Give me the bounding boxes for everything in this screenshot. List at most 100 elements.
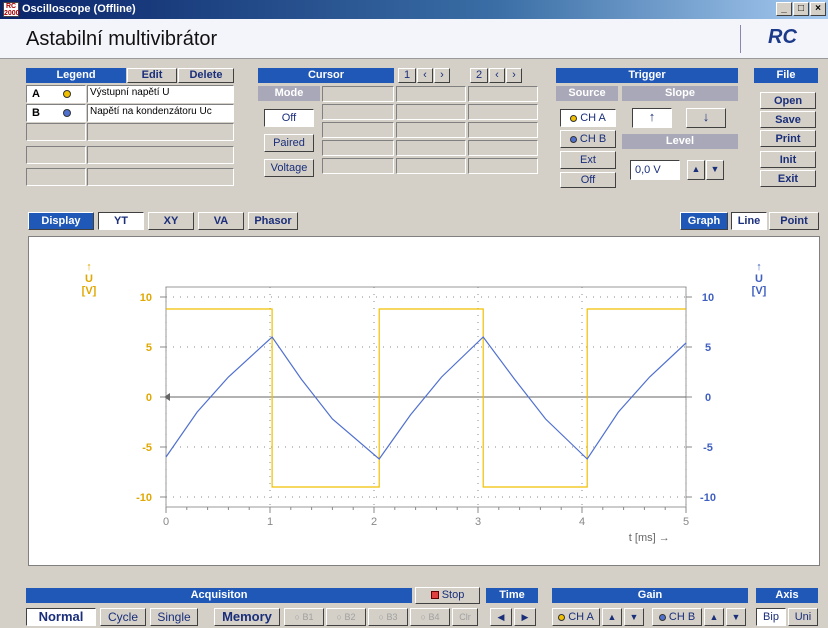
stop-button[interactable]: Stop xyxy=(415,587,480,604)
trigger-off-button[interactable]: Off xyxy=(560,172,616,188)
page-title: Astabilní multivibrátor xyxy=(26,28,218,50)
gain-a-up-icon[interactable]: ▲ xyxy=(602,608,622,626)
acq-normal-button[interactable]: Normal xyxy=(26,608,96,626)
cursor-1-right-icon[interactable]: › xyxy=(434,68,450,83)
y-axis-label-right: ↑ xyxy=(756,261,762,273)
tab-va[interactable]: VA xyxy=(198,212,244,230)
acq-cycle-button[interactable]: Cycle xyxy=(100,608,146,626)
legend-row-b-id: B xyxy=(32,107,40,119)
legend-row-b-label[interactable]: Napětí na kondenzátoru Uc xyxy=(87,104,234,122)
exit-button[interactable]: Exit xyxy=(760,170,816,187)
y-tick-label-left: 5 xyxy=(146,342,152,354)
y-tick-label-left: -5 xyxy=(142,442,152,454)
memory-b2-button[interactable]: ○ B2 xyxy=(326,608,366,626)
cursor-value-cell xyxy=(396,104,466,120)
legend-row-b-key[interactable]: B xyxy=(26,104,86,122)
acq-memory-button[interactable]: Memory xyxy=(214,608,280,626)
legend-delete-button[interactable]: Delete xyxy=(178,68,234,83)
legend-row-empty[interactable] xyxy=(87,123,234,141)
legend-row-a-label[interactable]: Výstupní napětí U xyxy=(87,85,234,103)
legend-row-a-key[interactable]: A xyxy=(26,85,86,103)
cursor-2-label: 2 xyxy=(470,68,488,83)
y-axis-label-left: [V] xyxy=(82,285,97,297)
acq-single-button[interactable]: Single xyxy=(150,608,198,626)
print-button[interactable]: Print xyxy=(760,130,816,147)
time-right-icon[interactable]: ▶ xyxy=(514,608,536,626)
legend-row-empty[interactable] xyxy=(87,168,234,186)
cursor-voltage-button[interactable]: Voltage xyxy=(264,159,314,177)
cursor-value-cell xyxy=(468,122,538,138)
cursor-2-left-icon[interactable]: ‹ xyxy=(489,68,505,83)
tab-point[interactable]: Point xyxy=(769,212,819,230)
legend-row-empty[interactable] xyxy=(26,146,86,164)
level-down-icon[interactable]: ▼ xyxy=(706,160,724,180)
gain-chb-button[interactable]: CH B xyxy=(652,608,702,626)
legend-row-empty[interactable] xyxy=(87,146,234,164)
channel-a-dot-icon xyxy=(63,90,71,98)
x-tick-label: 3 xyxy=(475,516,481,528)
trigger-ext-button[interactable]: Ext xyxy=(560,151,616,169)
tab-yt[interactable]: YT xyxy=(98,212,144,230)
cursor-off-button[interactable]: Off xyxy=(264,109,314,127)
cursor-2-right-icon[interactable]: › xyxy=(506,68,522,83)
time-left-icon[interactable]: ◀ xyxy=(490,608,512,626)
trigger-level-label: Level xyxy=(622,134,738,149)
x-axis-label: t [ms] → xyxy=(629,532,670,544)
level-up-icon[interactable]: ▲ xyxy=(687,160,705,180)
y-tick-label-right: 5 xyxy=(705,342,711,354)
save-button[interactable]: Save xyxy=(760,111,816,128)
gain-b-up-icon[interactable]: ▲ xyxy=(704,608,724,626)
open-button[interactable]: Open xyxy=(760,92,816,109)
cursor-value-cell xyxy=(396,158,466,174)
memory-b3-button[interactable]: ○ B3 xyxy=(368,608,408,626)
memory-b1-button[interactable]: ○ B1 xyxy=(284,608,324,626)
cursor-value-cell xyxy=(322,158,394,174)
graph-mode-label: Graph xyxy=(680,212,728,230)
cursor-panel: Cursor 1 ‹ › 2 ‹ › Mode Off Paired Volta… xyxy=(258,68,538,188)
cursor-mode-label: Mode xyxy=(258,86,320,101)
minimize-icon[interactable]: _ xyxy=(776,2,792,16)
gain-a-down-icon[interactable]: ▼ xyxy=(624,608,644,626)
window-title: Oscilloscope (Offline) xyxy=(22,3,136,15)
gain-heading: Gain xyxy=(552,588,748,603)
cursor-value-cell xyxy=(396,140,466,156)
y-tick-label-left: 10 xyxy=(140,292,152,304)
slope-falling-button[interactable]: ↓ xyxy=(686,108,726,128)
oscilloscope-plot[interactable]: 0 1 2 3 4 5-10 -10-5 -50 05 510 10↑U[V]↑U[V]t [ms]… xyxy=(29,237,819,565)
gain-b-down-icon[interactable]: ▼ xyxy=(726,608,746,626)
legend-row-empty[interactable] xyxy=(26,168,86,186)
init-button[interactable]: Init xyxy=(760,151,816,168)
cursor-1-left-icon[interactable]: ‹ xyxy=(417,68,433,83)
y-axis-label-left: U xyxy=(85,273,93,285)
acquisition-heading: Acquisiton xyxy=(26,588,412,603)
legend-edit-button[interactable]: Edit xyxy=(127,68,177,83)
file-heading: File xyxy=(754,68,818,83)
memory-b4-button[interactable]: ○ B4 xyxy=(410,608,450,626)
cursor-paired-button[interactable]: Paired xyxy=(264,134,314,152)
cursor-value-cell xyxy=(322,86,394,102)
tab-phasor[interactable]: Phasor xyxy=(248,212,298,230)
trigger-heading: Trigger xyxy=(556,68,738,83)
channel-b-dot-icon xyxy=(63,109,71,117)
axis-uni-button[interactable]: Uni xyxy=(788,608,818,626)
trigger-cha-button[interactable]: CH A xyxy=(560,109,616,127)
close-icon[interactable]: × xyxy=(810,2,826,16)
cursor-value-cell xyxy=(322,104,394,120)
y-axis-label-left: ↑ xyxy=(86,261,92,273)
channel-a-dot-icon xyxy=(570,114,578,122)
stop-indicator-icon xyxy=(430,591,439,600)
axis-bip-button[interactable]: Bip xyxy=(756,608,786,626)
maximize-icon[interactable]: □ xyxy=(793,2,809,16)
trigger-level-field[interactable]: 0,0 V xyxy=(630,160,680,180)
cursor-value-cell xyxy=(396,86,466,102)
tab-xy[interactable]: XY xyxy=(148,212,194,230)
slope-rising-button[interactable]: ↑ xyxy=(632,108,672,128)
memory-clear-button[interactable]: Clr xyxy=(452,608,478,626)
tab-line[interactable]: Line xyxy=(731,212,767,230)
y-axis-label-right: U xyxy=(755,273,763,285)
trigger-source-label: Source xyxy=(556,86,618,101)
graph-area[interactable]: 0 1 2 3 4 5 -10 -10 -5 -5 0 0 5 5 10 10 ↑ U [V] ↑ U [V] t [ms]… xyxy=(28,236,820,566)
legend-row-empty[interactable] xyxy=(26,123,86,141)
trigger-chb-button[interactable]: CH B xyxy=(560,130,616,148)
gain-cha-button[interactable]: CH A xyxy=(552,608,600,626)
